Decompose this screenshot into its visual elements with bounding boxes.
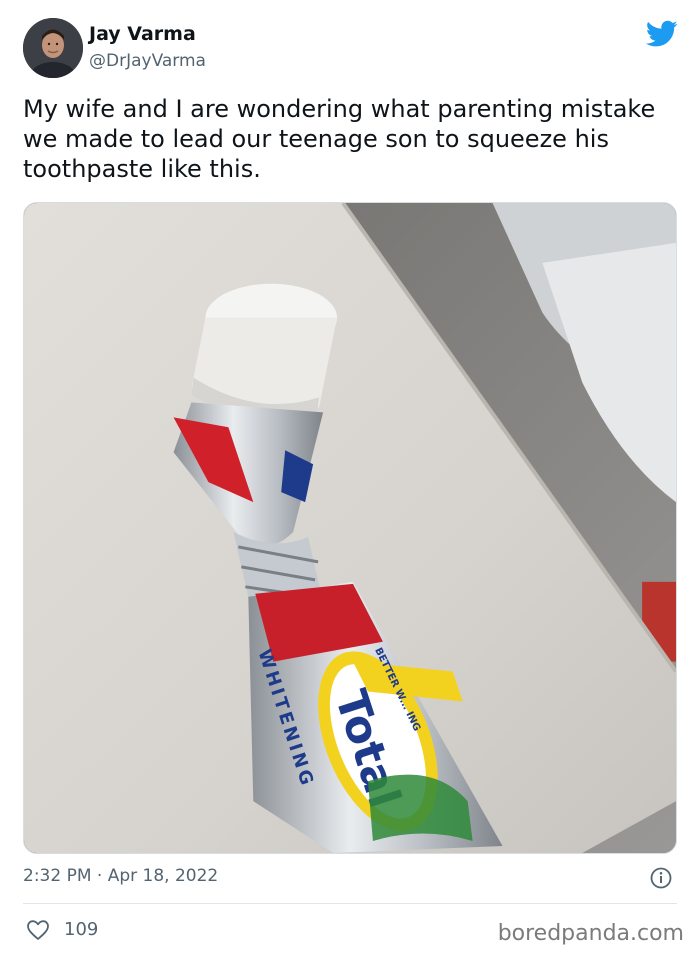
heart-icon[interactable]: [26, 919, 50, 941]
info-icon[interactable]: [650, 867, 672, 889]
tweet-text: My wife and I are wondering what parenti…: [23, 95, 656, 183]
tweet-header: Jay Varma @DrJayVarma: [23, 18, 678, 80]
tweet-timestamp[interactable]: 2:32 PM · Apr 18, 2022: [23, 866, 218, 886]
toothpaste-photo: WHITENING Total BETTER W... ING: [24, 203, 676, 853]
author-handle[interactable]: @DrJayVarma: [89, 51, 206, 71]
twitter-bird-icon[interactable]: [646, 20, 678, 48]
watermark: boredpanda.com: [497, 921, 684, 946]
like-count: 109: [64, 919, 99, 940]
avatar-photo-icon: [23, 18, 83, 78]
avatar[interactable]: [23, 18, 83, 78]
author-name[interactable]: Jay Varma: [89, 23, 196, 45]
divider: [23, 903, 677, 904]
tweet-photo[interactable]: WHITENING Total BETTER W... ING: [23, 202, 677, 854]
